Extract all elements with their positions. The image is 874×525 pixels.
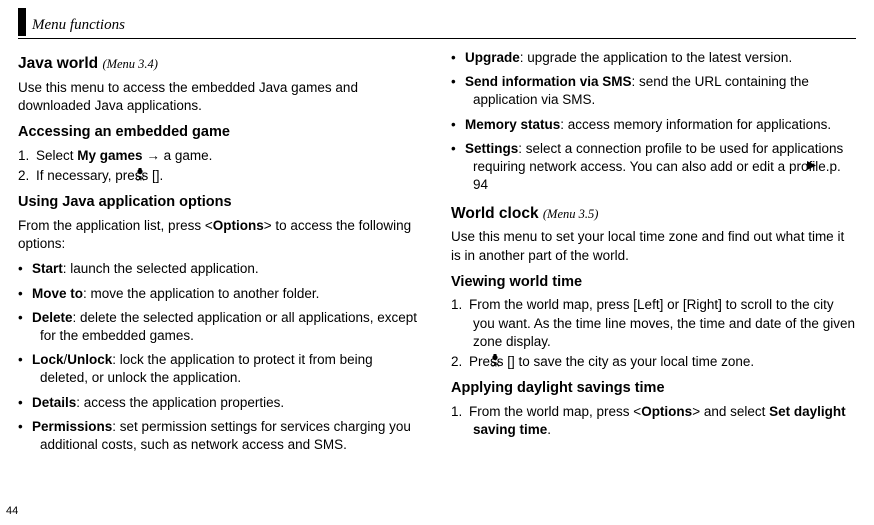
world-clock-intro: Use this menu to set your local time zon…: [451, 228, 856, 264]
bullet-icon: •: [18, 285, 32, 303]
header-accent-bar: [18, 8, 26, 36]
step-number: 2.: [18, 167, 36, 185]
step-text-post: → a game.: [143, 148, 213, 163]
section-title-text: Java world: [18, 55, 98, 72]
step-text-bold: Options: [641, 404, 692, 419]
option-desc: : move the application to another folder…: [83, 286, 319, 301]
accessing-game-steps: 1.Select My games → a game. 2.If necessa…: [18, 147, 423, 185]
bullet-icon: •: [451, 140, 465, 158]
java-options-list-continued: •Upgrade: upgrade the application to the…: [451, 49, 856, 195]
intro-bold: Options: [213, 218, 264, 233]
list-item: •Send information via SMS: send the URL …: [451, 73, 856, 109]
list-item: •Move to: move the application to anothe…: [18, 285, 423, 303]
viewing-time-steps: 1.From the world map, press [Left] or [R…: [451, 296, 856, 371]
option-term: Settings: [465, 141, 518, 156]
step-2: 2.Press [OK] to save the city as your lo…: [451, 353, 856, 371]
option-desc: : launch the selected application.: [63, 261, 259, 276]
subheading-dst: Applying daylight savings time: [451, 379, 856, 399]
bullet-icon: •: [18, 309, 32, 327]
step-number: 1.: [451, 296, 469, 314]
list-item: •Details: access the application propert…: [18, 394, 423, 412]
page-number: 44: [6, 504, 18, 519]
option-term: Lock: [32, 352, 64, 367]
list-item: •Start: launch the selected application.: [18, 260, 423, 278]
option-term2: Unlock: [67, 352, 112, 367]
list-item: •Permissions: set permission settings fo…: [18, 418, 423, 454]
list-item: •Lock/Unlock: lock the application to pr…: [18, 351, 423, 387]
intro-pre: From the application list, press <: [18, 218, 213, 233]
header-title: Menu functions: [32, 15, 125, 36]
option-desc: : access the application properties.: [76, 395, 284, 410]
list-item: •Settings: select a connection profile t…: [451, 140, 856, 195]
bullet-icon: •: [451, 73, 465, 91]
subheading-viewing-time: Viewing world time: [451, 273, 856, 293]
step-text-mid: > and select: [692, 404, 769, 419]
option-term: Memory status: [465, 117, 560, 132]
svg-text:OK: OK: [135, 176, 145, 181]
java-options-intro: From the application list, press <Option…: [18, 217, 423, 253]
option-desc: : access memory information for applicat…: [560, 117, 831, 132]
step-number: 1.: [451, 403, 469, 421]
step-text: From the world map, press [Left] or [Rig…: [469, 297, 855, 348]
svg-text:OK: OK: [491, 362, 501, 367]
option-desc: : select a connection profile to be used…: [473, 141, 843, 174]
java-world-intro: Use this menu to access the embedded Jav…: [18, 79, 423, 115]
step-1: 1.From the world map, press <Options> an…: [451, 403, 856, 439]
section-java-world: Java world (Menu 3.4): [18, 54, 423, 75]
option-term: Upgrade: [465, 50, 520, 65]
section-menu-code: (Menu 3.4): [102, 57, 158, 71]
section-menu-code: (Menu 3.5): [543, 207, 599, 221]
content-columns: Java world (Menu 3.4) Use this menu to a…: [18, 45, 856, 460]
section-title-text: World clock: [451, 205, 539, 222]
subheading-accessing-game: Accessing an embedded game: [18, 123, 423, 143]
step-text-post: ].: [156, 168, 164, 183]
bullet-icon: •: [18, 351, 32, 369]
left-column: Java world (Menu 3.4) Use this menu to a…: [18, 45, 423, 460]
bullet-icon: •: [451, 116, 465, 134]
step-1: 1.Select My games → a game.: [18, 147, 423, 165]
bullet-icon: •: [18, 394, 32, 412]
bullet-icon: •: [18, 418, 32, 436]
option-term: Start: [32, 261, 63, 276]
subheading-java-options: Using Java application options: [18, 193, 423, 213]
step-1: 1.From the world map, press [Left] or [R…: [451, 296, 856, 351]
option-term: Send information via SMS: [465, 74, 632, 89]
step-text-post: ] to save the city as your local time zo…: [511, 354, 754, 369]
option-term: Permissions: [32, 419, 112, 434]
step-2: 2.If necessary, press [OK].: [18, 167, 423, 185]
dst-steps: 1.From the world map, press <Options> an…: [451, 403, 856, 439]
section-world-clock: World clock (Menu 3.5): [451, 204, 856, 225]
step-text-pre: From the world map, press <: [469, 404, 641, 419]
option-term: Move to: [32, 286, 83, 301]
step-number: 1.: [18, 147, 36, 165]
step-text-pre: Select: [36, 148, 77, 163]
list-item: •Upgrade: upgrade the application to the…: [451, 49, 856, 67]
option-desc: : delete the selected application or all…: [40, 310, 417, 343]
list-item: •Delete: delete the selected application…: [18, 309, 423, 345]
java-options-list: •Start: launch the selected application.…: [18, 260, 423, 454]
option-term: Details: [32, 395, 76, 410]
option-term: Delete: [32, 310, 73, 325]
step-text-bold: My games: [77, 148, 142, 163]
step-number: 2.: [451, 353, 469, 371]
bullet-icon: •: [451, 49, 465, 67]
list-item: •Memory status: access memory informatio…: [451, 116, 856, 134]
bullet-icon: •: [18, 260, 32, 278]
step-text-post: .: [547, 422, 551, 437]
option-desc: : upgrade the application to the latest …: [520, 50, 792, 65]
page-header: Menu functions: [18, 8, 856, 39]
right-column: •Upgrade: upgrade the application to the…: [451, 45, 856, 460]
